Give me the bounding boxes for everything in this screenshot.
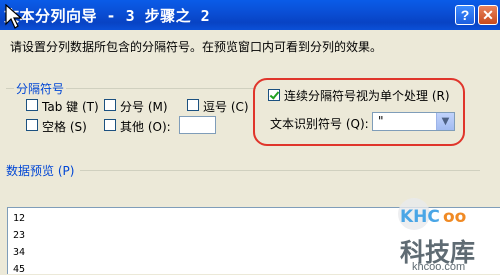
preview-row: 45	[13, 264, 26, 275]
chevron-down-icon[interactable]: ▼	[436, 113, 454, 130]
preview-row: 12	[13, 213, 26, 224]
comma-checkbox[interactable]	[187, 99, 199, 111]
help-button[interactable]: ?	[455, 5, 475, 25]
consecutive-delimiters-label: 连续分隔符号视为单个处理 (R)	[284, 89, 450, 103]
preview-row: 34	[13, 247, 26, 258]
other-delimiter-input[interactable]	[179, 116, 216, 134]
space-checkbox[interactable]	[26, 119, 38, 131]
consecutive-delimiters-checkbox[interactable]	[268, 89, 280, 101]
svg-text:KHC: KHC	[400, 207, 440, 227]
preview-row: 23	[13, 230, 26, 241]
tab-checkbox-label: Tab 键 (T)	[42, 100, 99, 114]
window-title: 文本分列向导 - 3 步骤之 2	[4, 7, 211, 25]
instruction-text: 请设置分列数据所包含的分隔符号。在预览窗口内可看到分列的效果。	[10, 40, 383, 54]
text-qualifier-label: 文本识别符号 (Q):	[270, 117, 369, 131]
preview-group-border	[80, 170, 480, 171]
semicolon-checkbox[interactable]	[104, 99, 116, 111]
text-qualifier-value: "	[378, 114, 384, 128]
close-button[interactable]: ✕	[478, 5, 498, 25]
svg-text:oo: oo	[443, 207, 466, 227]
mouse-cursor-icon	[5, 4, 23, 29]
other-checkbox[interactable]	[104, 119, 116, 131]
title-bar: 文本分列向导 - 3 步骤之 2 ? ✕	[0, 0, 500, 30]
comma-checkbox-label: 逗号 (C)	[203, 100, 249, 114]
tab-checkbox[interactable]	[26, 99, 38, 111]
semicolon-checkbox-label: 分号 (M)	[120, 100, 168, 114]
text-qualifier-select[interactable]: " ▼	[372, 112, 455, 131]
space-checkbox-label: 空格 (S)	[42, 120, 87, 134]
preview-label: 数据预览 (P)	[6, 164, 75, 178]
khcoo-logo: KHC oo	[398, 198, 466, 230]
delimiter-group-label: 分隔符号	[14, 80, 67, 97]
other-checkbox-label: 其他 (O):	[120, 120, 171, 134]
watermark-url: khcoo.com	[412, 261, 466, 273]
